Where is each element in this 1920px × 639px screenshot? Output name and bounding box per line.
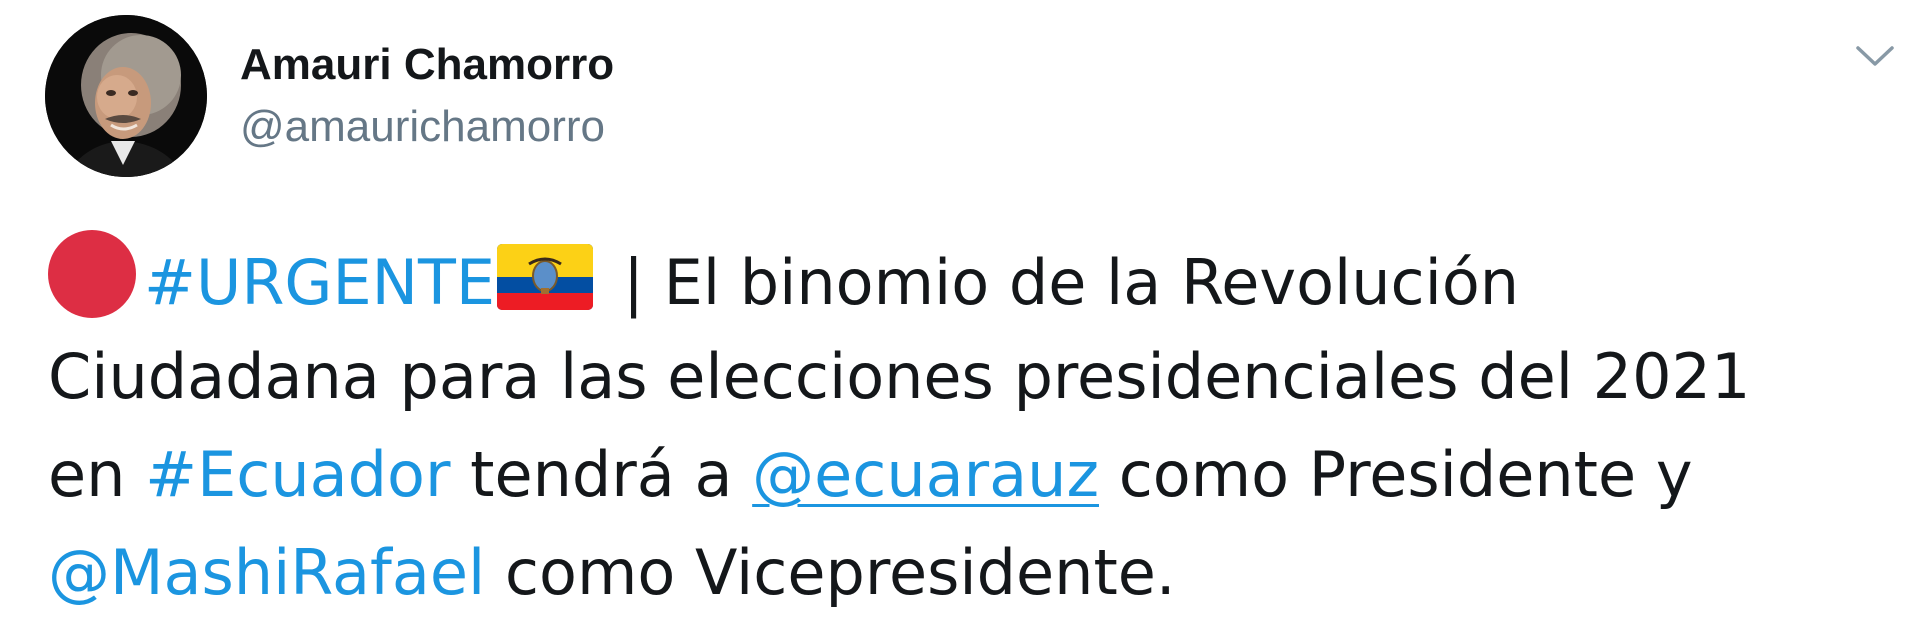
chevron-down-icon: [1856, 46, 1894, 66]
tweet-menu-button[interactable]: [1852, 38, 1898, 74]
hashtag-link-urgente[interactable]: #URGENTE: [144, 246, 495, 319]
author-handle[interactable]: @amaurichamorro: [240, 100, 605, 154]
tweet-text: #URGENTE | El binomio de la Revolución C…: [48, 230, 1908, 622]
mention-link-ecuarauz[interactable]: @ecuarauz: [752, 438, 1099, 511]
ecuador-flag-icon: [497, 244, 594, 310]
red-circle-icon: [48, 230, 136, 318]
avatar[interactable]: [45, 15, 207, 177]
tweet-text-line: en #Ecuador tendrá a @ecuarauz como Pres…: [48, 426, 1908, 524]
tweet-text-line: Ciudadana para las elecciones presidenci…: [48, 340, 1751, 413]
author-display-name[interactable]: Amauri Chamorro: [240, 38, 614, 92]
tweet-text-line: @MashiRafael como Vicepresidente.: [48, 524, 1908, 622]
tweet-text-segment: tendrá a: [450, 438, 753, 511]
tweet-card: Amauri Chamorro @amaurichamorro #URGENTE…: [0, 0, 1920, 639]
tweet-text-segment: | El binomio de la Revolución: [623, 246, 1520, 319]
mention-link-mashirafael[interactable]: @MashiRafael: [48, 536, 485, 609]
hashtag-link-ecuador[interactable]: #Ecuador: [145, 438, 450, 511]
tweet-text-segment: en: [48, 438, 146, 511]
tweet-text-segment: como Presidente y: [1099, 438, 1693, 511]
avatar-photo-icon: [45, 15, 207, 177]
tweet-text-segment: como Vicepresidente.: [485, 536, 1176, 609]
tweet-text-line: #URGENTE | El binomio de la Revolución: [48, 230, 1908, 328]
